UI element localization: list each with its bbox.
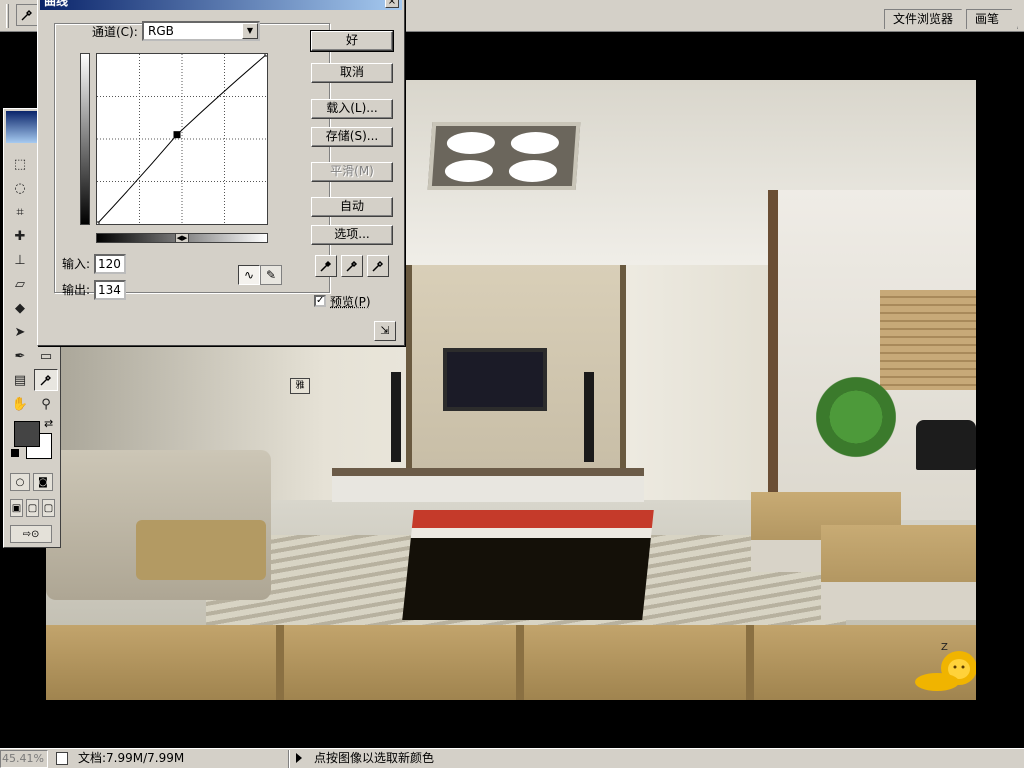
marquee-icon[interactable]: ⬚ bbox=[8, 153, 32, 175]
ok-button[interactable]: 好 bbox=[310, 30, 394, 52]
lasso-icon[interactable]: ◌ bbox=[8, 177, 32, 199]
screen-mode-standard-button[interactable]: ▣ bbox=[10, 499, 23, 517]
output-label: 输出: bbox=[62, 283, 91, 297]
eyedropper-icon bbox=[21, 10, 32, 21]
scene-ottoman-2 bbox=[821, 525, 976, 620]
tab-brushes[interactable]: 画笔 bbox=[965, 9, 1018, 29]
scene-speaker-left bbox=[391, 372, 401, 462]
jump-to-imageready-button[interactable]: ⇨⊙ bbox=[10, 525, 52, 543]
pencil-mode-icon[interactable]: ✎ bbox=[260, 265, 282, 285]
notes-icon[interactable]: ▤ bbox=[8, 369, 32, 391]
hand-icon[interactable]: ✋ bbox=[8, 393, 32, 415]
zoom-icon[interactable]: ⚲ bbox=[34, 393, 58, 415]
channel-label: 通道(C): bbox=[92, 25, 138, 39]
input-gradient-bar: ◀▶ bbox=[96, 233, 268, 243]
document-size: 文档:7.99M/7.99M bbox=[78, 751, 185, 765]
path-select-icon[interactable]: ➤ bbox=[8, 321, 32, 343]
chevron-down-icon[interactable]: ▼ bbox=[242, 23, 258, 39]
eyedropper-icon[interactable] bbox=[34, 369, 58, 391]
crop-icon[interactable]: ⌗ bbox=[8, 201, 32, 223]
curve-plot[interactable] bbox=[94, 51, 270, 227]
blur-icon[interactable]: ◆ bbox=[8, 297, 32, 319]
save-button[interactable]: 存储(S)... bbox=[311, 127, 393, 147]
scene-plant bbox=[816, 365, 896, 495]
scene-speaker-right bbox=[584, 372, 594, 462]
status-message: 点按图像以选取新颜色 bbox=[314, 751, 435, 765]
screen-mode-full-menu-button[interactable]: ▢ bbox=[26, 499, 39, 517]
gray-point-eyedropper-icon[interactable] bbox=[341, 255, 363, 277]
quick-mask-button[interactable]: ◙ bbox=[33, 473, 53, 491]
load-button[interactable]: 载入(L)... bbox=[311, 99, 393, 119]
current-tool-eyedropper-button[interactable] bbox=[16, 4, 38, 26]
scene-tv bbox=[443, 348, 547, 411]
zoom-level[interactable]: 45.41% bbox=[0, 750, 48, 768]
preview-checkbox[interactable]: ✓ bbox=[314, 295, 326, 307]
quick-mask-row: ○ ◙ bbox=[10, 473, 53, 491]
curve-graph[interactable] bbox=[94, 51, 270, 227]
healing-icon[interactable]: ✚ bbox=[8, 225, 32, 247]
default-colors-icon[interactable] bbox=[11, 449, 19, 457]
channel-select[interactable]: RGB ▼ bbox=[142, 21, 260, 41]
expand-graph-icon[interactable]: ⇲ bbox=[374, 321, 396, 341]
curve-mode-icon[interactable]: ∿ bbox=[238, 265, 260, 285]
standard-mode-button[interactable]: ○ bbox=[10, 473, 30, 491]
white-point-eyedropper-icon[interactable] bbox=[367, 255, 389, 277]
scene-chair bbox=[916, 420, 976, 470]
curve-point[interactable] bbox=[264, 51, 270, 57]
options-bar-grip[interactable] bbox=[6, 4, 9, 28]
stamp-icon[interactable]: ⊥ bbox=[8, 249, 32, 271]
screen-mode-full-button[interactable]: ▢ bbox=[42, 499, 55, 517]
curves-dialog: 曲线 × 通道(C): RGB ▼ ◀▶ 输入: 120 输出: 134 ∿ ✎… bbox=[37, 0, 405, 346]
scene-sofa-left-seat bbox=[136, 520, 266, 580]
status-menu-arrow-icon[interactable] bbox=[296, 753, 302, 763]
curve-point[interactable] bbox=[94, 221, 100, 227]
cancel-button[interactable]: 取消 bbox=[311, 63, 393, 83]
scene-sofa-front bbox=[46, 625, 976, 700]
curve-point[interactable] bbox=[173, 131, 181, 139]
lion-mascot-icon: Z bbox=[915, 642, 976, 691]
smooth-button[interactable]: 平滑(M) bbox=[311, 162, 393, 182]
imageready-row: ⇨⊙ bbox=[10, 525, 52, 543]
output-field[interactable]: 134 bbox=[94, 280, 126, 300]
preview-label[interactable]: 预览(P) bbox=[330, 295, 371, 309]
foreground-color-swatch[interactable] bbox=[14, 421, 40, 447]
screen-mode-row: ▣ ▢ ▢ bbox=[10, 499, 55, 517]
palette-well: 文件浏览器 画笔 bbox=[883, 5, 1018, 29]
status-divider bbox=[288, 750, 290, 768]
input-label: 输入: bbox=[62, 257, 91, 271]
scene-ceiling-lamp bbox=[427, 122, 581, 190]
auto-button[interactable]: 自动 bbox=[311, 197, 393, 217]
channel-value: RGB bbox=[148, 24, 174, 38]
scene-coffee-table bbox=[402, 510, 654, 620]
dialog-title: 曲线 bbox=[44, 0, 69, 8]
input-field[interactable]: 120 bbox=[94, 254, 126, 274]
document-icon[interactable] bbox=[56, 752, 68, 765]
black-point-eyedropper-icon[interactable] bbox=[315, 255, 337, 277]
swap-colors-icon[interactable]: ⇄ bbox=[44, 417, 53, 430]
shape-icon[interactable]: ▭ bbox=[34, 345, 58, 367]
dialog-title-bar[interactable]: 曲线 × bbox=[40, 0, 402, 10]
options-button[interactable]: 选项... bbox=[311, 225, 393, 245]
status-bar: 45.41% 文档:7.99M/7.99M 点按图像以选取新颜色 bbox=[0, 748, 1024, 768]
scene-tv-cabinet bbox=[332, 468, 644, 502]
eraser-icon[interactable]: ▱ bbox=[8, 273, 32, 295]
tab-file-browser[interactable]: 文件浏览器 bbox=[883, 9, 972, 29]
close-icon[interactable]: × bbox=[385, 0, 399, 8]
scene-wall-tag: 雅 bbox=[290, 378, 310, 394]
pen-icon[interactable]: ✒ bbox=[8, 345, 32, 367]
gradient-toggle-icon[interactable]: ◀▶ bbox=[175, 233, 189, 243]
svg-text:Z: Z bbox=[941, 642, 948, 653]
output-gradient-bar bbox=[80, 53, 90, 225]
